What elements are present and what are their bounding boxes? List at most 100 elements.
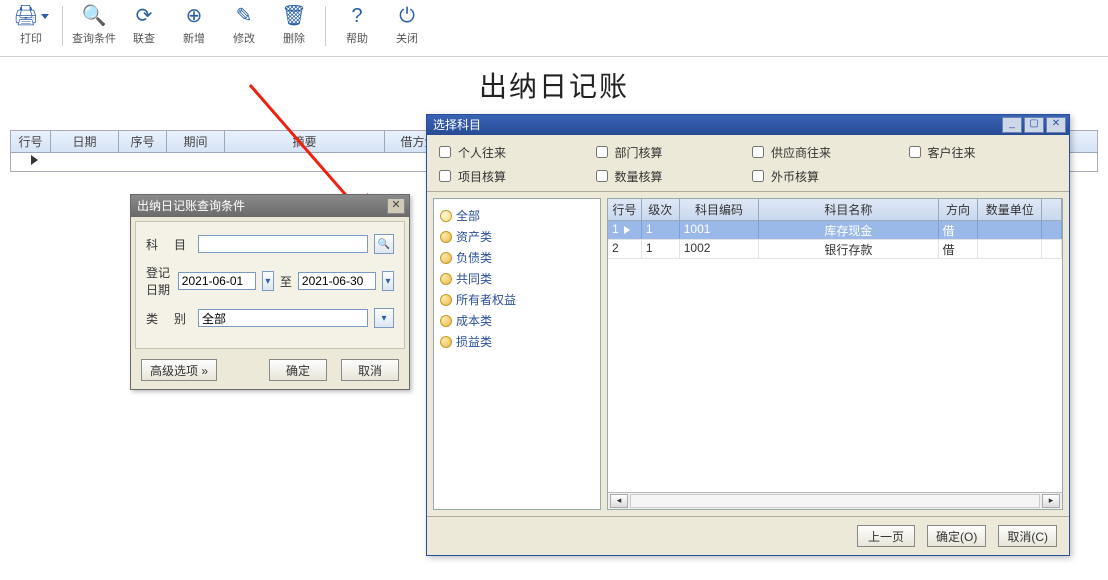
subject-input[interactable] [198, 235, 368, 253]
checkbox-input[interactable] [439, 170, 451, 182]
tree-item-1[interactable]: 资产类 [438, 226, 596, 247]
checkbox-input[interactable] [596, 146, 608, 158]
folder-icon [440, 294, 452, 306]
tree-item-label: 负债类 [456, 249, 492, 266]
grid-col-header[interactable]: 期间 [167, 131, 225, 152]
date-to-dropdown[interactable]: ▾ [382, 271, 394, 291]
checkbox-input[interactable] [439, 146, 451, 158]
toolbar-new-button[interactable]: ⊕新增 [169, 4, 219, 46]
toolbar-print-button[interactable]: 🖨打印 [6, 4, 56, 46]
folder-icon [440, 273, 452, 285]
subject-label: 科目 [146, 236, 192, 253]
filter-checkbox-5[interactable]: 数量核算 [592, 167, 749, 185]
tree-item-6[interactable]: 损益类 [438, 331, 596, 352]
toolbar-edit-label: 修改 [219, 30, 269, 46]
toolbar-query-button[interactable]: 🔍 查询条件 [69, 4, 119, 46]
checkbox-input[interactable] [752, 146, 764, 158]
scroll-right-button[interactable]: ▸ [1042, 494, 1060, 508]
folder-icon [440, 336, 452, 348]
subject-cell [978, 221, 1042, 239]
subject-grid-col-header[interactable]: 科目名称 [759, 199, 938, 220]
checkbox-label: 个人往来 [458, 144, 506, 161]
subject-cell: 库存现金 [759, 221, 938, 239]
window-maximize-button[interactable]: ▢ [1024, 117, 1044, 133]
grid-col-header[interactable]: 行号 [11, 131, 51, 152]
grid-col-header[interactable]: 序号 [119, 131, 167, 152]
date-from-input[interactable] [178, 272, 256, 290]
subject-grid-col-header[interactable]: 行号 [608, 199, 642, 220]
date-from-dropdown[interactable]: ▾ [262, 271, 274, 291]
filter-checkbox-3[interactable]: 客户往来 [905, 143, 1062, 161]
date-to-label: 至 [280, 273, 292, 290]
checkbox-label: 供应商往来 [771, 144, 831, 161]
tree-item-label: 损益类 [456, 333, 492, 350]
toolbar-refresh-label: 联查 [119, 30, 169, 46]
date-to-input[interactable] [298, 272, 376, 290]
subject-row[interactable]: 1 11001库存现金借 [608, 221, 1062, 240]
grid-col-header[interactable]: 日期 [51, 131, 119, 152]
toolbar-delete-button[interactable]: 🗑删除 [269, 4, 319, 46]
subject-cell: 1 [608, 221, 642, 239]
checkbox-label: 外币核算 [771, 168, 819, 185]
subject-cell: 借 [939, 240, 979, 258]
subject-window-titlebar[interactable]: 选择科目 _ ▢ ✕ [427, 115, 1069, 135]
tree-item-5[interactable]: 成本类 [438, 310, 596, 331]
advanced-options-button[interactable]: 高级选项 » [141, 359, 217, 381]
tree-item-3[interactable]: 共同类 [438, 268, 596, 289]
subject-cancel-button[interactable]: 取消(C) [998, 525, 1057, 547]
checkbox-input[interactable] [909, 146, 921, 158]
chevron-down-icon: ▾ [265, 276, 270, 287]
type-label: 类别 [146, 310, 192, 327]
subject-grid-col-header[interactable]: 方向 [939, 199, 979, 220]
subject-row[interactable]: 211002银行存款借 [608, 240, 1062, 259]
toolbar-help-button[interactable]: ?帮助 [332, 4, 382, 46]
checkbox-input[interactable] [752, 170, 764, 182]
filter-checkbox-2[interactable]: 供应商往来 [748, 143, 905, 161]
filter-checkbox-4[interactable]: 项目核算 [435, 167, 592, 185]
window-close-button[interactable]: ✕ [1046, 117, 1066, 133]
delete-icon: 🗑 [269, 4, 319, 28]
filter-checkbox-1[interactable]: 部门核算 [592, 143, 749, 161]
filter-cancel-button[interactable]: 取消 [341, 359, 399, 381]
subject-grid-col-header[interactable] [1042, 199, 1062, 220]
subject-ok-button[interactable]: 确定(O) [927, 525, 986, 547]
window-minimize-button[interactable]: _ [1002, 117, 1022, 133]
query-icon: 🔍 [69, 4, 119, 28]
grid-col-header[interactable]: 摘要 [225, 131, 385, 152]
subject-category-tree[interactable]: 全部资产类负债类共同类所有者权益成本类损益类 [433, 198, 601, 510]
checkbox-label: 部门核算 [615, 144, 663, 161]
row-cursor-icon [624, 226, 630, 234]
tree-item-2[interactable]: 负债类 [438, 247, 596, 268]
tree-item-label: 所有者权益 [456, 291, 516, 308]
toolbar-edit-button[interactable]: ✎修改 [219, 4, 269, 46]
subject-grid-col-header[interactable]: 级次 [642, 199, 680, 220]
subject-grid[interactable]: 行号级次科目编码科目名称方向数量单位 1 11001库存现金借211002银行存… [607, 198, 1063, 510]
folder-icon [440, 210, 452, 222]
checkbox-input[interactable] [596, 170, 608, 182]
type-dropdown[interactable]: ▾ [374, 308, 394, 328]
checkbox-label: 客户往来 [928, 144, 976, 161]
filter-ok-button[interactable]: 确定 [269, 359, 327, 381]
filter-checkbox-0[interactable]: 个人往来 [435, 143, 592, 161]
tree-item-0[interactable]: 全部 [438, 205, 596, 226]
subject-grid-col-header[interactable]: 科目编码 [680, 199, 760, 220]
toolbar-close-button[interactable]: ⏻关闭 [382, 4, 432, 46]
tree-item-label: 资产类 [456, 228, 492, 245]
tree-item-4[interactable]: 所有者权益 [438, 289, 596, 310]
subject-grid-col-header[interactable]: 数量单位 [978, 199, 1042, 220]
filter-checkbox-6[interactable]: 外币核算 [748, 167, 905, 185]
toolbar-help-label: 帮助 [332, 30, 382, 46]
type-select[interactable] [198, 309, 368, 327]
subject-window-title-text: 选择科目 [433, 115, 481, 135]
toolbar-refresh-button[interactable]: ⟳联查 [119, 4, 169, 46]
filter-dialog-close-button[interactable]: ✕ [387, 198, 405, 214]
chevron-down-icon: ▾ [385, 276, 390, 287]
scroll-left-button[interactable]: ◂ [610, 494, 628, 508]
subject-grid-hscrollbar[interactable]: ◂ ▸ [608, 492, 1062, 509]
tree-item-label: 共同类 [456, 270, 492, 287]
filter-dialog-title[interactable]: 出纳日记账查询条件 ✕ [131, 195, 409, 217]
scroll-track[interactable] [630, 494, 1040, 508]
subject-prev-button[interactable]: 上一页 [857, 525, 915, 547]
subject-lookup-button[interactable]: 🔍 [374, 234, 394, 254]
toolbar-query-label: 查询条件 [69, 30, 119, 46]
